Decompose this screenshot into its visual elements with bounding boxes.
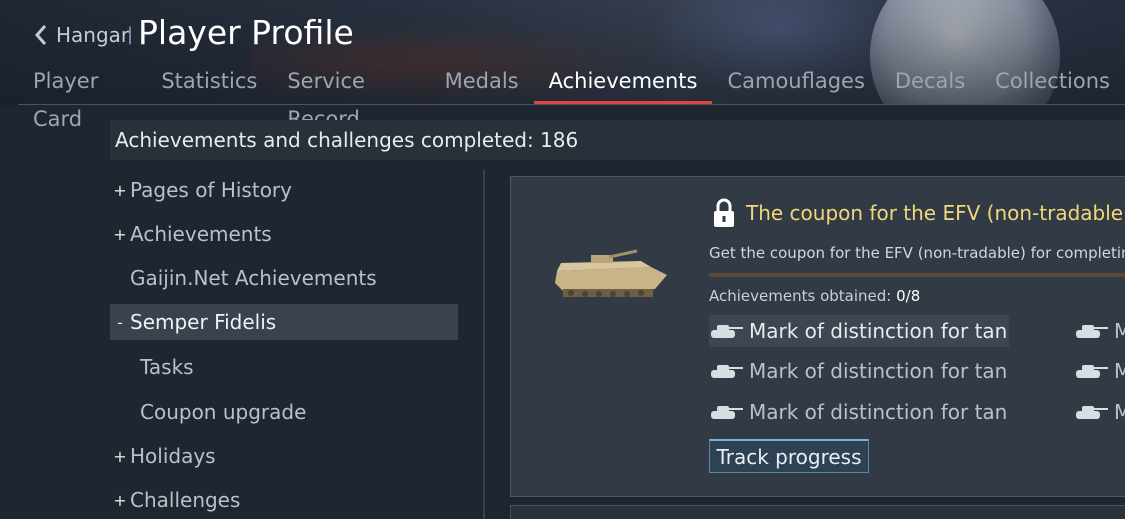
tab-service-record[interactable]: Service Record [272,62,429,131]
achievement-description: Get the coupon for the EFV (non-tradable… [709,244,1125,262]
tank-icon [711,365,743,378]
expand-icon: + [113,224,127,244]
obtained-value: 0/8 [896,287,921,305]
subtask-item[interactable]: Mark of distinction for tankers [709,355,1009,387]
nav-item-semper-fidelis[interactable]: - Semper Fidelis [110,304,458,340]
subtask-item[interactable]: Mark of distinction for tanke [709,315,1009,347]
collapse-icon: - [117,312,123,332]
tab-achievements[interactable]: Achievements [533,62,713,104]
back-label: Hangar [56,23,130,47]
panel-divider [483,170,485,519]
tab-statistics[interactable]: Statistics [146,62,272,104]
nav-item-label: Challenges [130,488,241,512]
tank-icon [711,325,743,338]
summary-text: Achievements and challenges completed: 1… [115,128,579,152]
tab-collections[interactable]: Collections [980,62,1125,104]
expand-icon: + [113,180,127,200]
tabs-divider [18,104,1125,105]
lock-icon [714,198,734,227]
achievement-title: The coupon for the EFV (non-tradable) [746,201,1125,225]
track-progress-button[interactable]: Track progress [709,439,869,473]
nav-item-achievements[interactable]: + Achievements [110,216,458,252]
subtask-item[interactable]: M [1074,315,1125,347]
progress-bar [709,273,1125,277]
achievement-card[interactable]: The coupon for the EFV (non-tradable) Ge… [510,176,1125,497]
back-to-hangar-link[interactable]: Hangar [32,20,129,50]
nav-item-label: Gaijin.Net Achievements [130,266,377,290]
nav-item-label: Pages of History [130,178,292,202]
subtask-label: M [1114,319,1125,343]
completion-summary: Achievements and challenges completed: 1… [110,120,1125,160]
nav-item-tasks[interactable]: Tasks [110,349,468,385]
tab-player-card[interactable]: Player Card [18,62,146,131]
obtained-label: Achievements obtained: [709,287,892,305]
nav-item-label: Holidays [130,444,216,468]
tab-camouflages[interactable]: Camouflages [712,62,879,104]
nav-item-label: Semper Fidelis [130,310,277,334]
page-title: Player Profile [138,13,354,52]
expand-icon: + [113,446,127,466]
expand-icon: + [113,490,127,510]
profile-tabs: Player Card Statistics Service Record Me… [18,62,1125,131]
nav-item-label: Tasks [140,355,194,379]
nav-item-gaijin-net-achievements[interactable]: Gaijin.Net Achievements [110,260,458,296]
efv-vehicle-image [555,249,667,297]
achievements-obtained: Achievements obtained: 0/8 [709,287,920,305]
tank-icon [1076,365,1108,378]
tank-icon [711,406,743,419]
subtask-label: Mark of distinction for tankers [749,359,1009,383]
tank-icon [1076,406,1108,419]
nav-item-holidays[interactable]: + Holidays [110,438,458,474]
subtask-item[interactable]: Mark of distinction for tankers [709,396,1009,428]
nav-item-label: Coupon upgrade [140,400,307,424]
nav-item-coupon-upgrade[interactable]: Coupon upgrade [110,394,468,430]
subtask-item[interactable]: M [1074,396,1125,428]
tab-medals[interactable]: Medals [430,62,534,104]
next-achievement-card[interactable] [510,505,1125,519]
subtask-label: M [1114,359,1125,383]
subtask-label: M [1114,400,1125,424]
subtask-label: Mark of distinction for tankers [749,400,1009,424]
nav-item-pages-of-history[interactable]: + Pages of History [110,172,458,208]
subtask-label: Mark of distinction for tanke [749,319,1009,343]
nav-item-challenges[interactable]: + Challenges [110,482,458,518]
title-separator: | [127,24,134,45]
chevron-left-icon [34,25,47,45]
nav-item-label: Achievements [130,222,272,246]
tank-icon [1076,325,1108,338]
tab-decals[interactable]: Decals [880,62,980,104]
subtask-item[interactable]: M [1074,355,1125,387]
